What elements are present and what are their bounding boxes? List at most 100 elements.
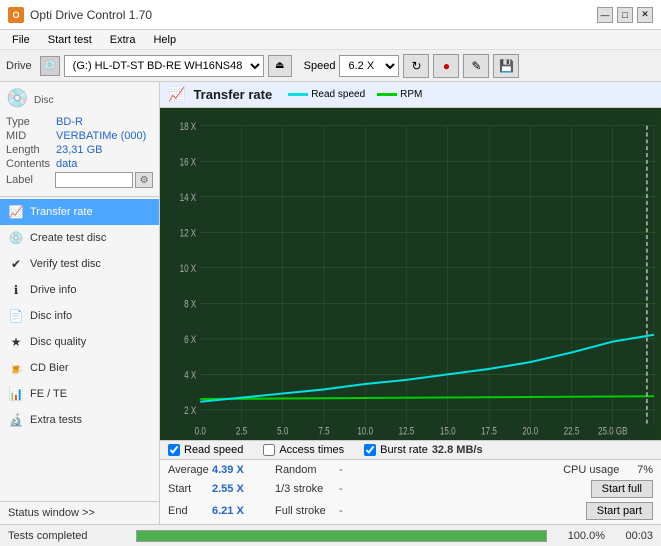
end-value: 6.21 X [212,505,257,517]
disc-label-row: Label ⚙ [6,172,153,188]
menu-start-test[interactable]: Start test [40,32,100,48]
app-icon: O [8,7,24,23]
burst-rate-checkbox[interactable] [364,444,376,456]
contents-label: Contents [6,158,56,170]
disc-mid-row: MID VERBATIMe (000) [6,130,153,142]
end-col: End 6.21 X [168,505,257,517]
disc-quality-icon: ★ [8,334,24,350]
length-label: Length [6,144,56,156]
edit-button[interactable]: ✎ [463,54,489,78]
menu-extra[interactable]: Extra [102,32,144,48]
nav-cd-bier-label: CD Bier [30,362,69,374]
svg-text:10.0: 10.0 [357,425,373,438]
nav-create-test-disc[interactable]: 💿 Create test disc [0,225,159,251]
drive-label: Drive [6,60,32,72]
access-times-checkbox[interactable] [263,444,275,456]
random-value: - [339,464,364,476]
read-speed-color [288,93,308,96]
nav-transfer-rate[interactable]: 📈 Transfer rate [0,199,159,225]
svg-text:16 X: 16 X [180,156,197,169]
access-times-stat: Access times [263,444,344,456]
nav-fe-te[interactable]: 📊 FE / TE [0,381,159,407]
speed-select[interactable]: 6.2 X MAX 4.0 X [339,55,399,77]
nav-cd-bier[interactable]: 🍺 CD Bier [0,355,159,381]
right-panel: 📈 Transfer rate Read speed RPM [160,82,661,524]
legend-rpm-label: RPM [400,89,422,100]
svg-text:4 X: 4 X [184,369,197,382]
average-col: Average 4.39 X [168,464,257,476]
start-full-button[interactable]: Start full [591,480,653,498]
stroke1-3-label: 1/3 stroke [275,483,335,495]
disc-length-row: Length 23,31 GB [6,144,153,156]
svg-text:6 X: 6 X [184,334,197,347]
svg-text:8 X: 8 X [184,298,197,311]
nav-drive-info[interactable]: ℹ Drive info [0,277,159,303]
statusbar: Tests completed 100.0% 00:03 [0,524,661,546]
status-window-label: Status window >> [8,507,95,519]
menu-help[interactable]: Help [145,32,184,48]
burst-rate-stat: Burst rate 32.8 MB/s [364,444,482,456]
nav-drive-info-label: Drive info [30,284,76,296]
chart-icon: 📈 [168,86,185,103]
svg-text:22.5: 22.5 [564,425,580,438]
status-text: Tests completed [8,530,128,542]
svg-text:12.5: 12.5 [399,425,415,438]
minimize-button[interactable]: — [597,7,613,23]
svg-text:2 X: 2 X [184,405,197,418]
nav-disc-quality[interactable]: ★ Disc quality [0,329,159,355]
refresh-button[interactable]: ↻ [403,54,429,78]
disc-type-row: Type BD-R [6,116,153,128]
disc-header: 💿 Disc [6,88,153,112]
maximize-button[interactable]: □ [617,7,633,23]
titlebar: O Opti Drive Control 1.70 — □ ✕ [0,0,661,30]
progress-bar [136,530,547,542]
status-window-button[interactable]: Status window >> [0,501,159,524]
transfer-rate-icon: 📈 [8,204,24,220]
titlebar-title: Opti Drive Control 1.70 [30,8,152,22]
disc-contents-row: Contents data [6,158,153,170]
cpu-value: 7% [637,464,653,476]
full-stroke-col: Full stroke - [275,505,364,517]
label-input[interactable] [55,172,133,188]
close-button[interactable]: ✕ [637,7,653,23]
drive-icon: 💿 [40,56,60,76]
svg-text:0.0: 0.0 [195,425,206,438]
full-stroke-value: - [339,505,364,517]
end-row: End 6.21 X Full stroke - Start part [168,500,653,522]
save-button[interactable]: 💾 [493,54,519,78]
titlebar-controls: — □ ✕ [597,7,653,23]
svg-text:15.0: 15.0 [440,425,456,438]
nav-extra-tests[interactable]: 🔬 Extra tests [0,407,159,433]
read-speed-checkbox[interactable] [168,444,180,456]
stroke1-3-col: 1/3 stroke - [275,483,364,495]
drive-info-icon: ℹ [8,282,24,298]
record-button[interactable]: ● [433,54,459,78]
legend-read-speed-label: Read speed [311,89,365,100]
nav-create-test-disc-label: Create test disc [30,232,106,244]
nav-verify-test-disc[interactable]: ✔ Verify test disc [0,251,159,277]
chart-svg: 18 X 16 X 14 X 12 X 10 X 8 X 6 X 4 X 2 X… [164,112,657,440]
average-label: Average [168,464,208,476]
chart-legend: Read speed RPM [288,89,422,100]
start-part-button[interactable]: Start part [586,502,653,520]
disc-icon: 💿 [6,88,30,112]
menu-file[interactable]: File [4,32,38,48]
nav-disc-info[interactable]: 📄 Disc info [0,303,159,329]
type-label: Type [6,116,56,128]
elapsed-time: 00:03 [613,530,653,542]
average-row: Average 4.39 X Random - CPU usage 7% [168,462,653,478]
left-panel: 💿 Disc Type BD-R MID VERBATIMe (000) Len… [0,82,160,524]
drive-select[interactable]: (G:) HL-DT-ST BD-RE WH16NS48 1.D3 [64,55,264,77]
label-icon-button[interactable]: ⚙ [135,172,153,188]
chart-header: 📈 Transfer rate Read speed RPM [160,82,661,108]
toolbar: Drive 💿 (G:) HL-DT-ST BD-RE WH16NS48 1.D… [0,50,661,82]
random-col: Random - [275,464,364,476]
full-stroke-label: Full stroke [275,505,335,517]
rpm-color [377,93,397,96]
average-value: 4.39 X [212,464,257,476]
extra-tests-icon: 🔬 [8,412,24,428]
eject-button[interactable]: ⏏ [268,55,292,77]
cpu-label: CPU usage [563,464,633,476]
mid-label: MID [6,130,56,142]
svg-text:7.5: 7.5 [318,425,329,438]
